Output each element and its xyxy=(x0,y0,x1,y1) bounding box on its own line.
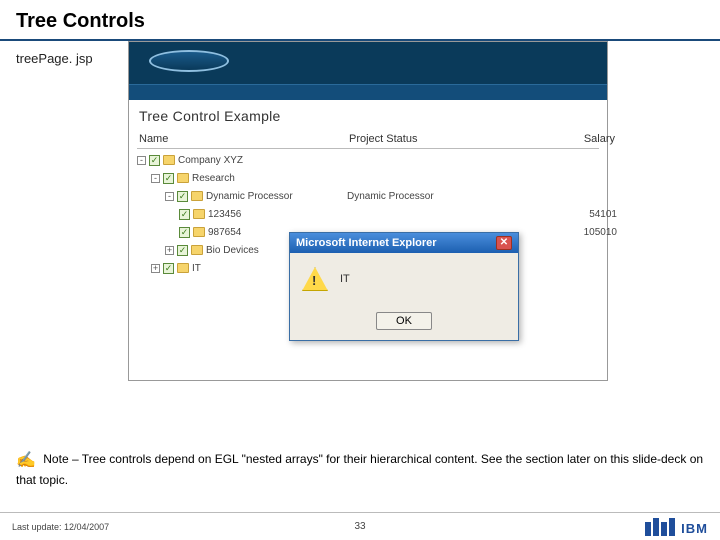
alert-dialog: Microsoft Internet Explorer ✕ IT OK xyxy=(289,232,519,341)
content-area: treePage. jsp Tree Control Example Name … xyxy=(0,41,720,80)
node-label[interactable]: 123456 xyxy=(208,209,241,220)
checkbox[interactable]: ✓ xyxy=(177,191,188,202)
checkbox[interactable]: ✓ xyxy=(163,263,174,274)
salary-cell: 105010 xyxy=(507,227,617,238)
slide-footer: Last update: 12/04/2007 33 IBM xyxy=(0,512,720,540)
node-label[interactable]: Company XYZ xyxy=(178,155,243,166)
checkbox[interactable]: ✓ xyxy=(163,173,174,184)
dialog-body: IT xyxy=(290,253,518,305)
node-label[interactable]: Research xyxy=(192,173,235,184)
node-label[interactable]: Dynamic Processor xyxy=(206,191,293,202)
folder-icon xyxy=(177,173,189,183)
folder-icon xyxy=(193,227,205,237)
collapse-icon[interactable]: - xyxy=(151,174,160,183)
col-name: Name xyxy=(137,132,347,146)
folder-icon xyxy=(191,191,203,201)
dialog-button-row: OK xyxy=(290,305,518,340)
speaker-note: ✍ Note – Tree controls depend on EGL "ne… xyxy=(16,450,704,488)
node-label[interactable]: 987654 xyxy=(208,227,241,238)
ok-button[interactable]: OK xyxy=(376,312,432,330)
folder-icon xyxy=(193,209,205,219)
page-number: 33 xyxy=(354,521,365,532)
ibm-logo: IBM xyxy=(645,518,708,536)
checkbox[interactable]: ✓ xyxy=(179,209,190,220)
last-update: Last update: 12/04/2007 xyxy=(12,522,109,532)
node-label[interactable]: IT xyxy=(192,263,201,274)
node-label[interactable]: Bio Devices xyxy=(206,245,259,256)
col-status: Project Status xyxy=(347,132,507,146)
app-subheader xyxy=(129,84,607,100)
expand-icon[interactable]: + xyxy=(165,246,174,255)
app-screenshot: Tree Control Example Name Project Status… xyxy=(128,41,608,381)
ibm-logo-text: IBM xyxy=(681,521,708,536)
app-heading: Tree Control Example xyxy=(129,100,607,132)
warning-icon xyxy=(302,267,328,291)
app-header xyxy=(129,42,607,84)
close-icon[interactable]: ✕ xyxy=(496,236,512,250)
table-row: - ✓ Company XYZ xyxy=(137,151,599,169)
table-row: ✓ 123456 54101 xyxy=(137,205,599,223)
status-cell: Dynamic Processor xyxy=(347,191,507,202)
slide-title: Tree Controls xyxy=(0,0,720,41)
collapse-icon[interactable]: - xyxy=(165,192,174,201)
checkbox[interactable]: ✓ xyxy=(179,227,190,238)
hand-icon: ✍ xyxy=(16,452,36,469)
expand-icon[interactable]: + xyxy=(151,264,160,273)
table-row: - ✓ Dynamic Processor Dynamic Processor xyxy=(137,187,599,205)
app-logo-oval xyxy=(149,50,229,72)
table-row: - ✓ Research xyxy=(137,169,599,187)
checkbox[interactable]: ✓ xyxy=(149,155,160,166)
folder-icon xyxy=(163,155,175,165)
folder-icon xyxy=(191,245,203,255)
col-salary: Salary xyxy=(507,132,617,146)
folder-icon xyxy=(177,263,189,273)
collapse-icon[interactable]: - xyxy=(137,156,146,165)
note-text: Note – Tree controls depend on EGL "nest… xyxy=(16,452,703,487)
dialog-title: Microsoft Internet Explorer xyxy=(296,237,437,249)
dialog-titlebar: Microsoft Internet Explorer ✕ xyxy=(290,233,518,253)
salary-cell: 54101 xyxy=(507,209,617,220)
column-headers: Name Project Status Salary xyxy=(137,132,599,149)
dialog-message: IT xyxy=(340,273,350,285)
checkbox[interactable]: ✓ xyxy=(177,245,188,256)
